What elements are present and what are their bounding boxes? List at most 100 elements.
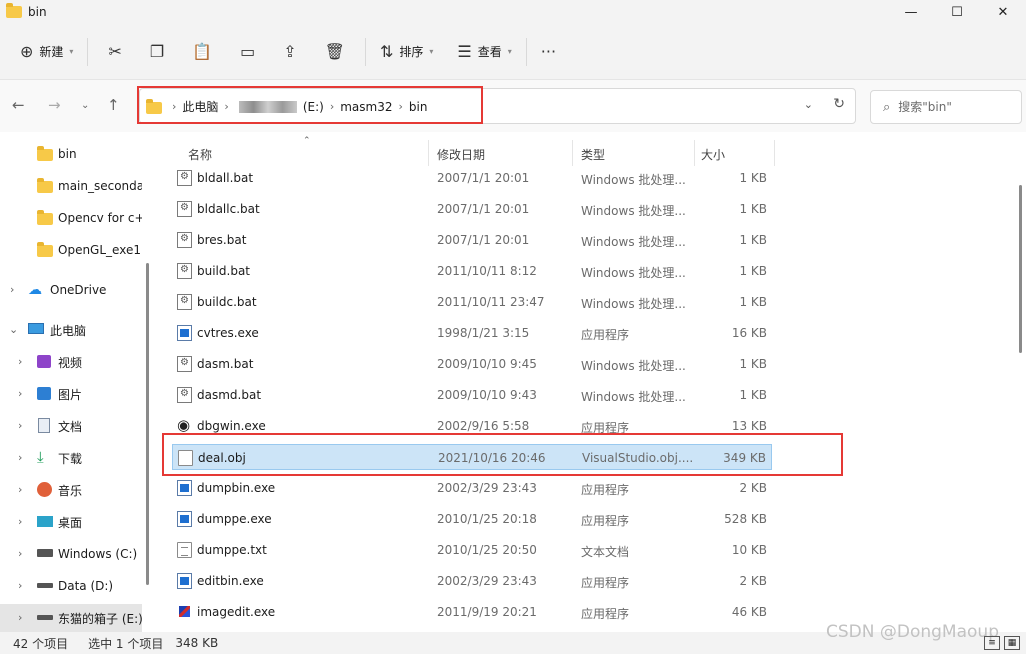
file-name: dumppe.txt [197, 543, 267, 557]
minimize-button[interactable]: — [888, 0, 934, 24]
chevron-right-icon[interactable]: › [10, 283, 14, 296]
sidebar-item-documents[interactable]: › 文档 [0, 412, 142, 440]
eye-file-icon [177, 416, 192, 434]
file-size: 1 KB [739, 233, 767, 247]
file-date: 2007/1/1 20:01 [437, 171, 530, 185]
folder-icon [37, 210, 53, 225]
sidebar-item-label: 视频 [58, 355, 83, 370]
sidebar-item-label: Windows (C:) [58, 547, 138, 561]
details-view-icon[interactable]: ≡ [984, 636, 1000, 650]
back-arrow-icon[interactable]: ← [12, 96, 25, 114]
refresh-icon[interactable]: ↻ [833, 96, 845, 112]
column-divider[interactable] [428, 140, 429, 166]
paste-button[interactable]: 📋 [178, 36, 226, 68]
search-input[interactable] [898, 100, 1009, 114]
table-row[interactable]: build.bat 2011/10/11 8:12 Windows 批处理... 1 … [172, 258, 772, 284]
chevron-right-icon[interactable]: › [18, 355, 22, 368]
sidebar-item-onedrive[interactable]: › ☁ OneDrive [0, 276, 142, 304]
file-type: Windows 批处理... [581, 266, 686, 280]
exe-file-icon [177, 573, 192, 589]
view-button[interactable]: ☰ 查看 ▾ [449, 36, 519, 68]
tiles-view-icon[interactable]: ▦ [1004, 636, 1020, 650]
table-row[interactable]: bldall.bat 2007/1/1 20:01 Windows 批处理... 1 … [172, 165, 772, 191]
share-button[interactable]: ⇪ [269, 36, 310, 68]
sidebar-item-data-d[interactable]: › Data (D:) [0, 572, 142, 600]
file-date: 2011/10/11 8:12 [437, 264, 537, 278]
search-box[interactable]: ⌕ [870, 90, 1022, 124]
table-row[interactable]: dasm.bat 2009/10/10 9:45 Windows 批处理... 1 K… [172, 351, 772, 377]
column-size[interactable]: 大小 [701, 146, 725, 163]
table-row[interactable]: editbin.exe 2002/3/29 23:43 应用程序 2 KB [172, 568, 772, 594]
sidebar-item-windows-c[interactable]: › Windows (C:) [0, 540, 142, 568]
file-size: 1 KB [739, 388, 767, 402]
forward-arrow-icon[interactable]: → [48, 96, 61, 114]
chevron-right-icon[interactable]: › [18, 419, 22, 432]
chevron-down-icon[interactable]: ⌄ [9, 323, 18, 336]
file-date: 2002/3/29 23:43 [437, 481, 537, 495]
table-row[interactable]: dasmd.bat 2009/10/10 9:43 Windows 批处理... 1 … [172, 382, 772, 408]
table-row[interactable]: bres.bat 2007/1/1 20:01 Windows 批处理... 1 KB [172, 227, 772, 253]
chevron-right-icon[interactable]: › [18, 451, 22, 464]
file-name: bldallc.bat [197, 202, 260, 216]
table-row[interactable]: dumpbin.exe 2002/3/29 23:43 应用程序 2 KB [172, 475, 772, 501]
more-button[interactable]: ··· [533, 36, 564, 68]
selected-size: 348 KB [175, 636, 219, 650]
sidebar-item-opencv[interactable]: Opencv for c+ [0, 204, 142, 232]
bat-file-icon [177, 232, 192, 248]
chevron-right-icon[interactable]: › [18, 579, 22, 592]
chevron-right-icon[interactable]: › [18, 515, 22, 528]
separator [525, 37, 527, 66]
file-size: 10 KB [731, 543, 767, 557]
up-arrow-icon[interactable]: ↑ [107, 96, 120, 114]
new-button[interactable]: ⊕ 新建 ▾ [12, 36, 81, 68]
file-type: Windows 批处理... [581, 173, 686, 187]
close-button[interactable]: ✕ [980, 0, 1026, 24]
table-row[interactable]: cvtres.exe 1998/1/21 3:15 应用程序 16 KB [172, 320, 772, 346]
sidebar-item-this-pc[interactable]: ⌄ 此电脑 [0, 316, 142, 344]
column-divider[interactable] [694, 140, 695, 166]
folder-icon [37, 146, 53, 161]
chevron-right-icon[interactable]: › [18, 483, 22, 496]
rename-button[interactable]: ▭ [226, 36, 269, 68]
list-view-icon: ☰ [457, 42, 472, 61]
file-size: 1 KB [739, 171, 767, 185]
sidebar-item-opengl[interactable]: OpenGL_exe1 [0, 236, 142, 264]
column-type[interactable]: 类型 [581, 146, 605, 163]
chevron-down-icon: ▾ [507, 47, 512, 56]
file-type: Windows 批处理... [581, 359, 686, 373]
sort-button[interactable]: ⇅ 排序 ▾ [372, 36, 441, 68]
file-date: 2002/9/16 5:58 [437, 419, 530, 433]
cloud-icon: ☁ [28, 282, 42, 298]
sidebar-item-main-seconda[interactable]: main_seconda [0, 172, 142, 200]
sidebar-item-desktop[interactable]: › 桌面 [0, 508, 142, 536]
table-row[interactable]: dumppe.exe 2010/1/25 20:18 应用程序 528 KB [172, 506, 772, 532]
column-name[interactable]: 名称 [188, 146, 212, 163]
column-divider[interactable] [774, 140, 775, 166]
sidebar-scrollbar[interactable] [146, 263, 149, 585]
img-file-icon [177, 604, 192, 620]
sidebar-item-label: 东猫的箱子 (E:) [58, 611, 142, 626]
download-icon: ⤓ [37, 448, 44, 466]
table-row[interactable]: imagedit.exe 2011/9/19 20:21 应用程序 46 KB [172, 599, 772, 625]
column-divider[interactable] [572, 140, 573, 166]
maximize-button[interactable]: ☐ [934, 0, 980, 24]
cut-button[interactable]: ✂ [94, 36, 135, 68]
file-list-scrollbar[interactable] [1019, 185, 1022, 353]
table-row[interactable]: dumppe.txt 2010/1/25 20:50 文本文档 10 KB [172, 537, 772, 563]
chevron-right-icon[interactable]: › [18, 547, 22, 560]
table-row[interactable]: bldallc.bat 2007/1/1 20:01 Windows 批处理... 1… [172, 196, 772, 222]
table-row[interactable]: buildc.bat 2011/10/11 23:47 Windows 批处理...… [172, 289, 772, 315]
chevron-right-icon[interactable]: › [18, 611, 22, 624]
sidebar-item-pictures[interactable]: › 图片 [0, 380, 142, 408]
delete-button[interactable]: 🗑 [311, 36, 359, 68]
sidebar-item-music[interactable]: › 音乐 [0, 476, 142, 504]
sidebar-item-downloads[interactable]: › ⤓ 下载 [0, 444, 142, 472]
column-date[interactable]: 修改日期 [437, 146, 485, 163]
chevron-right-icon[interactable]: › [18, 387, 22, 400]
recent-chevron-icon[interactable]: ⌄ [81, 100, 89, 111]
copy-button[interactable]: ❐ [136, 36, 178, 68]
sidebar-item-videos[interactable]: › 视频 [0, 348, 142, 376]
sidebar-item-bin[interactable]: bin [0, 140, 142, 168]
sidebar-item-drive-e[interactable]: › 东猫的箱子 (E:) [0, 604, 142, 632]
address-history-chevron-icon[interactable]: ⌄ [804, 98, 813, 111]
